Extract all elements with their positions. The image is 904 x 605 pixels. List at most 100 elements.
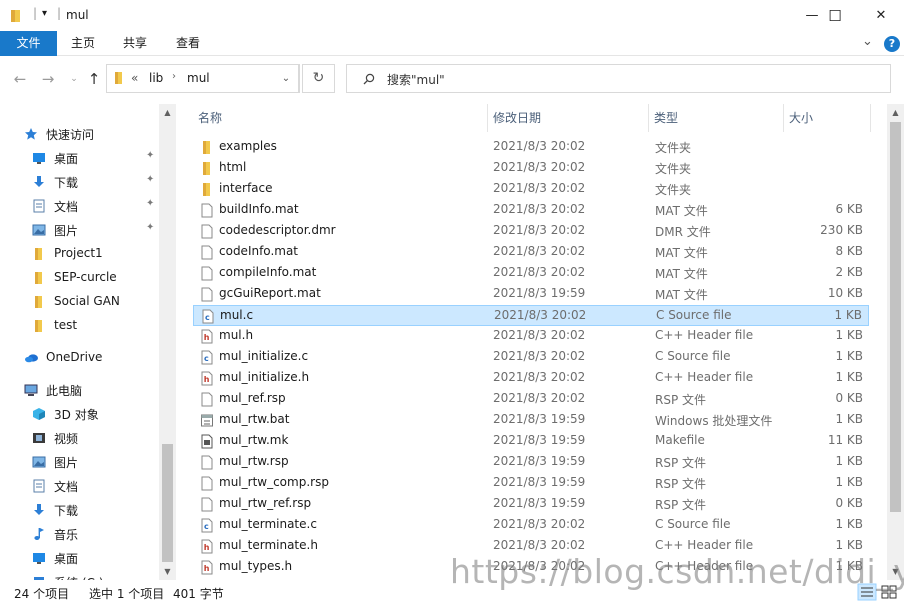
recent-locations-chevron-icon[interactable]: ⌄ <box>63 68 85 90</box>
file-row[interactable]: mul_rtw_comp.rsp 2021/8/3 19:59 RSP 文件 1 KB <box>193 473 869 494</box>
folder-icon <box>201 140 213 155</box>
scroll-down-arrow-icon[interactable]: ▼ <box>159 563 176 580</box>
nav-item-label: 桌面 <box>54 552 79 566</box>
svg-text:h: h <box>204 543 210 552</box>
file-row[interactable]: buildInfo.mat 2021/8/3 20:02 MAT 文件 6 KB <box>193 200 869 221</box>
address-bar[interactable]: « lib › mul <box>106 64 299 93</box>
column-header-type[interactable]: 类型 <box>649 104 783 132</box>
file-row[interactable]: codedescriptor.dmr 2021/8/3 20:02 DMR 文件 23… <box>193 221 869 242</box>
nav-item[interactable]: 桌面 <box>0 546 176 570</box>
nav-item[interactable]: 图片 ✦ <box>0 218 176 242</box>
column-header-date[interactable]: 修改日期 <box>488 104 648 132</box>
pin-icon: ✦ <box>146 198 155 209</box>
search-box[interactable]: 搜索"mul" <box>346 64 891 93</box>
tab-share[interactable]: 共享 <box>114 31 156 56</box>
file-name: mul_initialize.h <box>219 370 310 384</box>
file-row[interactable]: compileInfo.mat 2021/8/3 20:02 MAT 文件 2 KB <box>193 263 869 284</box>
file-date: 2021/8/3 19:59 <box>493 286 586 300</box>
quick-access-dropdown-icon[interactable]: ▾ <box>42 8 47 24</box>
forward-arrow-icon[interactable]: → <box>37 68 59 90</box>
maximize-button[interactable]: ☐ <box>812 0 858 31</box>
nav-item[interactable]: 图片 <box>0 450 176 474</box>
address-dropdown-icon[interactable]: ⌄ <box>273 64 300 93</box>
c-file-icon: c <box>201 350 213 365</box>
up-arrow-icon[interactable]: ↑ <box>83 68 105 90</box>
file-name: gcGuiReport.mat <box>219 286 321 300</box>
cube-icon <box>32 407 46 421</box>
file-row[interactable]: c mul.c 2021/8/3 20:02 C Source file 1 KB <box>193 305 869 326</box>
file-date: 2021/8/3 20:02 <box>493 328 586 342</box>
nav-item-label: 文档 <box>54 480 79 494</box>
file-row[interactable]: examples 2021/8/3 20:02 文件夹 <box>193 137 869 158</box>
file-type: C++ Header file <box>655 370 754 384</box>
file-name: mul_types.h <box>219 559 293 573</box>
nav-item[interactable]: OneDrive <box>0 346 176 370</box>
column-divider[interactable] <box>870 104 871 132</box>
nav-item[interactable]: test <box>0 314 176 338</box>
nav-item[interactable]: Project1 <box>0 242 176 266</box>
nav-item[interactable]: 文档 <box>0 474 176 498</box>
nav-item[interactable]: 音乐 <box>0 522 176 546</box>
file-row[interactable]: mul_rtw.rsp 2021/8/3 19:59 RSP 文件 1 KB <box>193 452 869 473</box>
breadcrumb-overflow[interactable]: « <box>131 71 138 85</box>
back-arrow-icon[interactable]: ← <box>9 68 31 90</box>
file-row[interactable]: mul_ref.rsp 2021/8/3 20:02 RSP 文件 0 KB <box>193 389 869 410</box>
file-size: 1 KB <box>835 538 863 552</box>
breadcrumb-mul[interactable]: mul <box>187 71 210 85</box>
file-row[interactable]: html 2021/8/3 20:02 文件夹 <box>193 158 869 179</box>
nav-pane-scrollbar[interactable]: ▲ ▼ <box>159 104 176 580</box>
nav-item[interactable]: 下载 <box>0 498 176 522</box>
nav-item[interactable]: 视频 <box>0 426 176 450</box>
nav-item[interactable]: 系统 (C:) <box>0 570 176 580</box>
scrollbar-thumb[interactable] <box>890 122 901 512</box>
toolbar-separator: | <box>33 6 38 20</box>
nav-item[interactable]: SEP-curcle <box>0 266 176 290</box>
file-row[interactable]: gcGuiReport.mat 2021/8/3 19:59 MAT 文件 10 KB <box>193 284 869 305</box>
tab-file[interactable]: 文件 <box>0 31 57 56</box>
tab-view[interactable]: 查看 <box>167 31 209 56</box>
folder-icon[interactable] <box>9 8 23 24</box>
file-type: RSP 文件 <box>655 477 707 491</box>
nav-item-label: 3D 对象 <box>54 408 99 422</box>
nav-item[interactable]: 快速访问 <box>0 122 176 146</box>
file-size: 1 KB <box>835 475 863 489</box>
file-list-scrollbar[interactable]: ▲ ▼ <box>887 104 904 580</box>
file-row[interactable]: mul_rtw.mk 2021/8/3 19:59 Makefile 11 KB <box>193 431 869 452</box>
tab-home[interactable]: 主页 <box>62 31 104 56</box>
file-row[interactable]: h mul.h 2021/8/3 20:02 C++ Header file 1 KB <box>193 326 869 347</box>
nav-item[interactable]: 下载 ✦ <box>0 170 176 194</box>
nav-item[interactable]: 文档 ✦ <box>0 194 176 218</box>
file-row[interactable]: mul_rtw_ref.rsp 2021/8/3 19:59 RSP 文件 0 KB <box>193 494 869 515</box>
nav-item[interactable]: 3D 对象 <box>0 402 176 426</box>
file-type: C Source file <box>656 308 732 322</box>
nav-item[interactable]: Social GAN <box>0 290 176 314</box>
file-icon <box>201 224 213 239</box>
ribbon-expand-icon[interactable]: ⌄ <box>862 34 873 49</box>
file-row[interactable]: interface 2021/8/3 20:02 文件夹 <box>193 179 869 200</box>
scrollbar-thumb[interactable] <box>162 444 173 562</box>
nav-item-label: 图片 <box>54 224 79 238</box>
breadcrumb-lib[interactable]: lib <box>149 71 163 85</box>
scroll-up-arrow-icon[interactable]: ▲ <box>887 104 904 121</box>
address-toolbar: ← → ⌄ ↑ « lib › mul ⌄ ↻ 搜索"mul" <box>0 56 904 104</box>
close-button[interactable]: ✕ <box>858 0 904 31</box>
file-row[interactable]: mul_rtw.bat 2021/8/3 19:59 Windows 批处理文件 1 … <box>193 410 869 431</box>
file-type: C Source file <box>655 349 731 363</box>
scroll-up-arrow-icon[interactable]: ▲ <box>159 104 176 121</box>
file-row[interactable]: c mul_terminate.c 2021/8/3 20:02 C Source f… <box>193 515 869 536</box>
file-row[interactable]: h mul_initialize.h 2021/8/3 20:02 C++ Heade… <box>193 368 869 389</box>
header-file-icon: h <box>201 539 213 554</box>
file-size: 1 KB <box>835 370 863 384</box>
nav-item[interactable]: 桌面 ✦ <box>0 146 176 170</box>
column-header-name[interactable]: 名称 <box>193 104 487 132</box>
toolbar-separator: | <box>57 6 62 20</box>
file-row[interactable]: c mul_initialize.c 2021/8/3 20:02 C Source … <box>193 347 869 368</box>
help-icon[interactable]: ? <box>884 36 900 52</box>
video-icon <box>32 431 46 445</box>
refresh-icon[interactable]: ↻ <box>302 64 335 93</box>
nav-item[interactable]: 此电脑 <box>0 378 176 402</box>
desktop-icon <box>32 551 46 565</box>
file-row[interactable]: codeInfo.mat 2021/8/3 20:02 MAT 文件 8 KB <box>193 242 869 263</box>
file-list: ⌃ 名称 修改日期 类型 大小 examples 2021/8/3 20:02 文件… <box>193 104 887 580</box>
column-header-size[interactable]: 大小 <box>784 104 870 132</box>
